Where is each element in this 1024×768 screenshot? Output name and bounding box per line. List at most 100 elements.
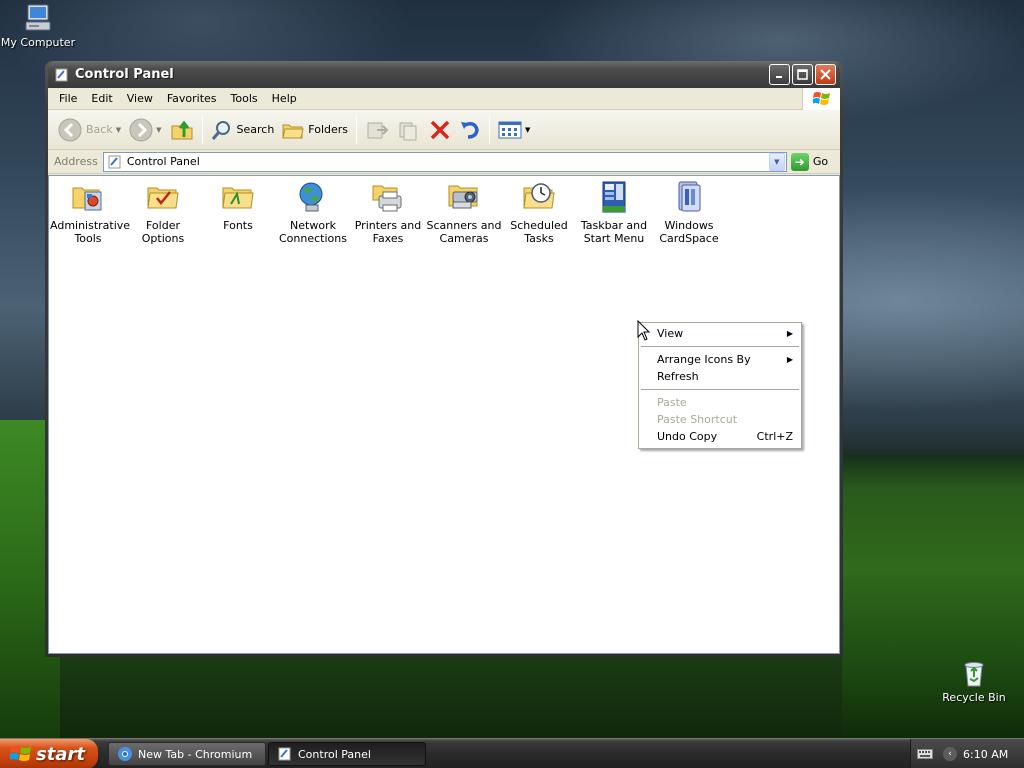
ctx-menu-refresh[interactable]: Refresh [639,368,801,385]
cp-item-scanners-cameras[interactable]: Scanners and Cameras [426,180,502,245]
search-button[interactable]: Search [207,114,279,146]
ctx-separator [641,346,799,347]
cp-item-label: Administrative [50,219,131,232]
delete-x-icon [430,120,450,139]
cp-item-printers-faxes[interactable]: Printers and Faxes [350,180,426,245]
minimize-button[interactable] [769,64,790,85]
forward-button[interactable]: ▼ [125,114,165,146]
maximize-icon [797,69,808,80]
ctx-menu-paste[interactable]: Paste [639,394,801,411]
cp-item-label: Printers and [354,219,422,232]
maximize-button[interactable] [792,64,813,85]
up-folder-icon [171,120,192,139]
start-button[interactable]: start [0,739,98,768]
folders-icon [282,124,304,138]
menu-view[interactable]: View [120,90,160,107]
control-panel-icon [55,68,68,81]
menu-favorites[interactable]: Favorites [160,90,224,107]
network-connections-icon [299,182,323,212]
standard-toolbar: Back ▼ ▼ Search Folders ▼ [48,110,840,150]
go-button[interactable]: ➜ Go [790,152,829,171]
cp-item-fonts[interactable]: Fonts [200,180,276,232]
taskbar-button-chromium[interactable]: New Tab - Chromium [108,742,266,766]
copy-to-button[interactable] [393,114,425,146]
move-to-button[interactable] [361,114,393,146]
up-folder-button[interactable] [166,114,198,146]
cp-item-label: Windows [664,219,714,232]
taskbar-button-label: Control Panel [298,747,371,761]
back-button[interactable]: Back ▼ [54,114,125,146]
submenu-arrow-icon: ▶ [786,329,793,338]
windows-flag-icon [10,746,31,761]
taskbar-button-control-panel[interactable]: Control Panel [268,742,426,766]
minimize-icon [776,76,782,78]
views-button[interactable]: ▼ [494,114,534,146]
window-titlebar[interactable]: Control Panel [48,61,840,88]
scheduled-tasks-icon [523,183,555,209]
cp-item-label-line2: CardSpace [659,232,719,245]
chevron-down-icon[interactable]: ▼ [116,126,121,134]
menu-edit[interactable]: Edit [84,90,119,107]
chevron-down-icon[interactable]: ▼ [525,126,530,134]
address-value[interactable]: Control Panel [127,155,769,168]
chevron-down-icon[interactable]: ▼ [156,126,161,134]
address-label: Address [54,155,98,168]
cp-item-label: Scanners and [426,219,502,232]
menu-help[interactable]: Help [265,90,304,107]
ctx-menu-paste-label: Paste [657,396,687,409]
keyboard-icon[interactable] [917,749,933,759]
cp-item-label-line2: Tasks [524,232,554,245]
printers-faxes-icon [372,185,402,212]
tray-clock[interactable]: 6:10 AM [963,748,1008,761]
address-dropdown-button[interactable]: ▼ [768,152,785,171]
desktop-icon-recycle-bin[interactable]: Recycle Bin [936,657,1012,704]
cp-item-label-line2: Faxes [372,232,404,245]
move-to-icon [367,122,389,138]
folders-button[interactable]: Folders [278,114,352,146]
desktop-icon-label: Recycle Bin [942,691,1006,704]
ctx-menu-arrange-label: Arrange Icons By [657,353,751,366]
cp-item-taskbar-start-menu[interactable]: Taskbar and Start Menu [576,180,652,245]
undo-icon [461,121,479,139]
menu-tools[interactable]: Tools [224,90,265,107]
ctx-menu-arrange-icons-by[interactable]: Arrange Icons By ▶ [639,351,801,368]
scanners-cameras-icon [448,185,478,209]
cp-item-label-line2: Start Menu [583,232,645,245]
cp-item-folder-options[interactable]: Folder Options [125,180,201,245]
my-computer-icon [25,4,51,31]
show-hidden-icons-chevron-icon[interactable]: ‹ [943,747,957,761]
close-button[interactable] [815,64,836,85]
address-field[interactable]: Control Panel ▼ [102,151,787,172]
fonts-folder-icon [222,187,254,209]
menu-file[interactable]: File [52,90,84,107]
cp-item-windows-cardspace[interactable]: Windows CardSpace [651,180,727,245]
ctx-menu-paste-shortcut[interactable]: Paste Shortcut [639,411,801,428]
cp-item-label: Folder Options [141,219,185,245]
cp-item-network-connections[interactable]: Network Connections [275,180,351,245]
delete-button[interactable] [425,114,455,146]
cp-item-scheduled-tasks[interactable]: Scheduled Tasks [501,180,577,245]
chromium-icon [118,747,132,761]
mouse-cursor-icon [637,320,651,341]
system-tray: ‹ 6:10 AM [910,739,1024,768]
undo-button[interactable] [455,114,485,146]
taskbar-start-menu-icon [602,181,626,213]
desktop-icon-label: My Computer [0,36,76,49]
go-label: Go [812,155,829,168]
desktop-icon-my-computer[interactable]: My Computer [0,2,76,49]
cp-item-label-line2: Tools [74,232,102,245]
cp-item-label: Scheduled [510,219,568,232]
cp-item-label-line2: Connections [279,232,347,245]
ctx-menu-undo-shortcut: Ctrl+Z [756,430,793,443]
close-icon [820,69,831,80]
ctx-menu-view[interactable]: View ▶ [639,325,801,342]
ctx-menu-refresh-label: Refresh [657,370,699,383]
go-arrow-icon: ➜ [790,152,809,171]
ctx-menu-view-label: View [657,327,684,340]
toolbar-separator [356,115,358,144]
ctx-menu-undo-copy[interactable]: Undo Copy Ctrl+Z [639,428,801,445]
menu-bar: File Edit View Favorites Tools Help [48,88,840,110]
control-panel-icon [278,747,291,761]
cp-item-administrative-tools[interactable]: Administrative Tools [50,180,131,245]
ctx-menu-undo-copy-label: Undo Copy [657,430,718,443]
